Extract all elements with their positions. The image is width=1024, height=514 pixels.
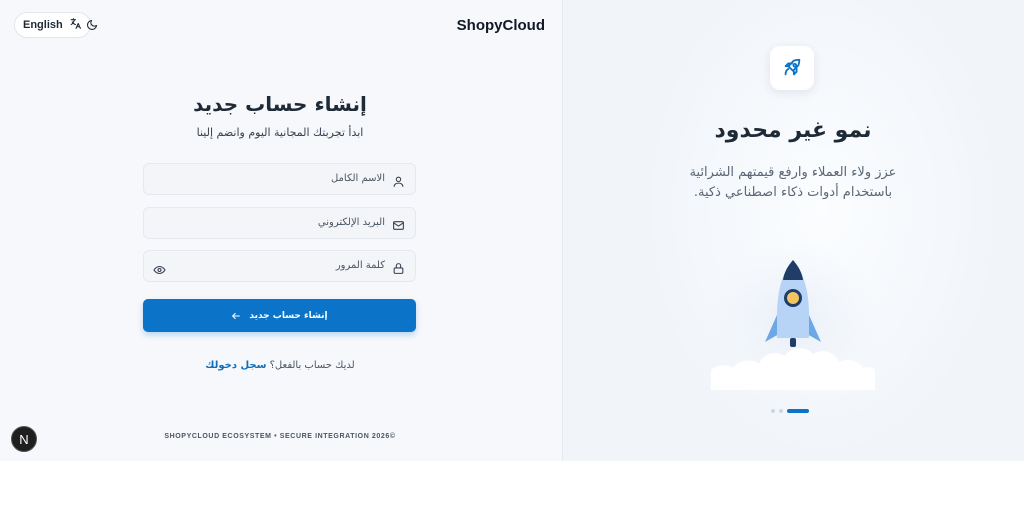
email-field[interactable]: البريد الإلكتروني [143, 207, 416, 239]
carousel-dot[interactable] [771, 409, 775, 413]
dev-badge[interactable]: N [11, 426, 37, 452]
create-account-label: إنشاء حساب جديد [249, 310, 328, 321]
brand-logo[interactable]: ShopyCloud [457, 17, 545, 34]
user-icon [392, 173, 405, 187]
app-window: English ShopyCloud إنشاء حساب جديد ابدأ … [0, 0, 1024, 461]
carousel-dot-active[interactable] [787, 409, 809, 413]
password-field[interactable]: كلمة المرور [143, 250, 416, 282]
rocket-icon [770, 46, 814, 90]
create-account-button[interactable]: إنشاء حساب جديد [143, 299, 416, 332]
moon-icon[interactable] [84, 17, 100, 33]
mail-icon [392, 217, 405, 230]
lock-icon [392, 260, 405, 274]
page-title: إنشاء حساب جديد [193, 92, 367, 116]
signup-panel: English ShopyCloud إنشاء حساب جديد ابدأ … [0, 0, 562, 461]
promo-panel: نمو غير محدود عزز ولاء العملاء وارفع قيم… [562, 0, 1024, 461]
eye-icon[interactable] [153, 261, 166, 275]
footer-text: SHOPYCLOUD ECOSYSTEM • SECURE INTEGRATIO… [164, 433, 396, 440]
translate-icon [69, 17, 82, 33]
email-placeholder: البريد الإلكتروني [317, 217, 385, 228]
language-switcher[interactable]: English [14, 12, 91, 38]
login-link[interactable]: سجل دخولك [205, 360, 266, 371]
fullname-placeholder: الاسم الكامل [330, 173, 385, 184]
password-placeholder: كلمة المرور [335, 260, 385, 271]
arrow-left-icon [231, 311, 241, 321]
have-account-text: لديك حساب بالفعل؟ [269, 360, 355, 371]
carousel-dot[interactable] [779, 409, 783, 413]
rocket-illustration [711, 230, 875, 390]
language-label: English [23, 19, 63, 31]
promo-title: نمو غير محدود [714, 118, 872, 143]
promo-description: عزز ولاء العملاء وارفع قيمتهم الشرائية ب… [689, 165, 897, 200]
page-subtitle: ابدأ تجربتك المجانية اليوم وانضم إلينا [196, 126, 364, 139]
carousel-indicator [771, 409, 809, 413]
fullname-field[interactable]: الاسم الكامل [143, 163, 416, 195]
login-prompt: لديك حساب بالفعل؟ سجل دخولك [0, 360, 560, 371]
